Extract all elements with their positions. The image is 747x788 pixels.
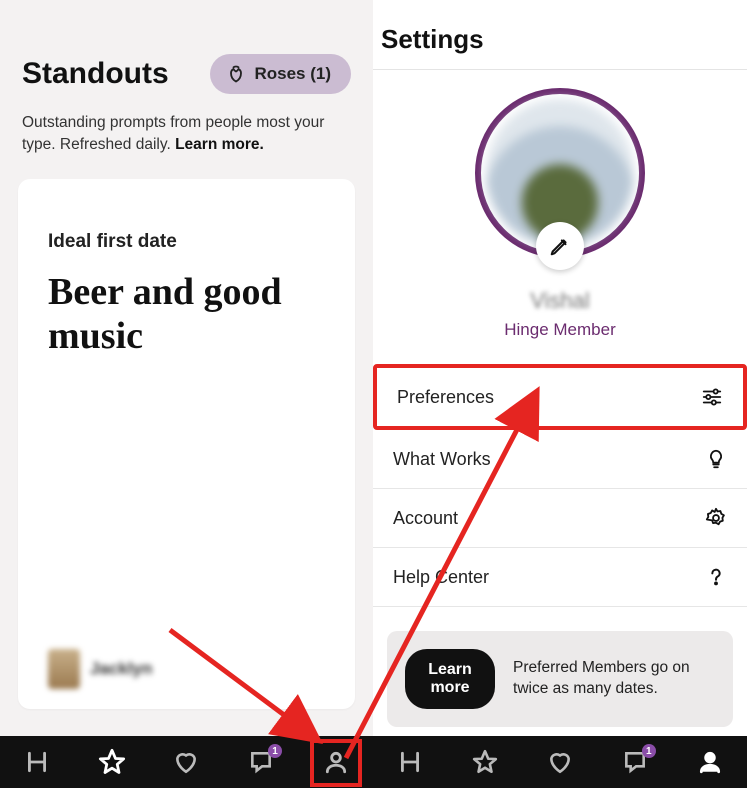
card-user: Jacklyn [48,649,152,689]
edit-profile-button[interactable] [536,222,584,270]
avatar-ring[interactable] [475,88,645,258]
chat-icon[interactable]: 1 [241,742,281,782]
prompt-answer: Beer and good music [48,271,325,358]
chat-icon[interactable]: 1 [615,742,655,782]
prompt-card[interactable]: Ideal first date Beer and good music Jac… [18,179,355,709]
star-icon[interactable] [92,742,132,782]
promo-text: Preferred Members go on twice as many da… [513,658,715,700]
chat-badge: 1 [642,744,656,758]
profile-block: Vishal Hinge Member [373,70,747,340]
profile-name: Vishal [530,288,590,314]
star-icon[interactable] [465,742,505,782]
member-label: Hinge Member [504,320,616,340]
pencil-icon [549,235,571,257]
menu-label: What Works [393,449,491,470]
menu-account[interactable]: Account [373,489,747,548]
standouts-subtitle: Outstanding prompts from people most you… [0,94,373,155]
roses-label: Roses (1) [254,64,331,84]
sliders-icon [701,386,723,408]
hinge-logo-icon[interactable] [17,742,57,782]
rose-icon [226,64,246,84]
menu-what-works[interactable]: What Works [373,430,747,489]
roses-button[interactable]: Roses (1) [210,54,351,94]
gear-icon [705,507,727,529]
lightbulb-icon [705,448,727,470]
standouts-title: Standouts [22,57,169,91]
menu-preferences[interactable]: Preferences [373,364,747,430]
settings-screen: Settings Vishal Hinge Member Preferences… [373,0,747,788]
chat-badge: 1 [268,744,282,758]
avatar [48,649,80,689]
learn-more-link[interactable]: Learn more. [175,136,264,153]
bottom-nav-left: 1 [0,736,373,788]
profile-icon[interactable] [316,742,356,782]
heart-icon[interactable] [540,742,580,782]
standouts-screen: Standouts Roses (1) Outstanding prompts … [0,0,373,788]
hinge-logo-icon[interactable] [390,742,430,782]
standouts-header: Standouts Roses (1) [0,0,373,94]
learn-more-button[interactable]: Learn more [405,649,495,709]
subtitle-text: Outstanding prompts from people most you… [22,114,324,153]
profile-icon[interactable] [690,742,730,782]
menu-label: Preferences [397,387,494,408]
prompt-label: Ideal first date [48,231,325,253]
menu-label: Account [393,508,458,529]
card-user-name: Jacklyn [90,659,152,679]
menu-label: Help Center [393,567,489,588]
promo-card: Learn more Preferred Members go on twice… [387,631,733,727]
question-icon [705,566,727,588]
settings-menu: Preferences What Works Account Help Cent… [373,364,747,607]
bottom-nav-right: 1 [373,736,747,788]
heart-icon[interactable] [166,742,206,782]
menu-help-center[interactable]: Help Center [373,548,747,607]
settings-title: Settings [373,0,747,70]
